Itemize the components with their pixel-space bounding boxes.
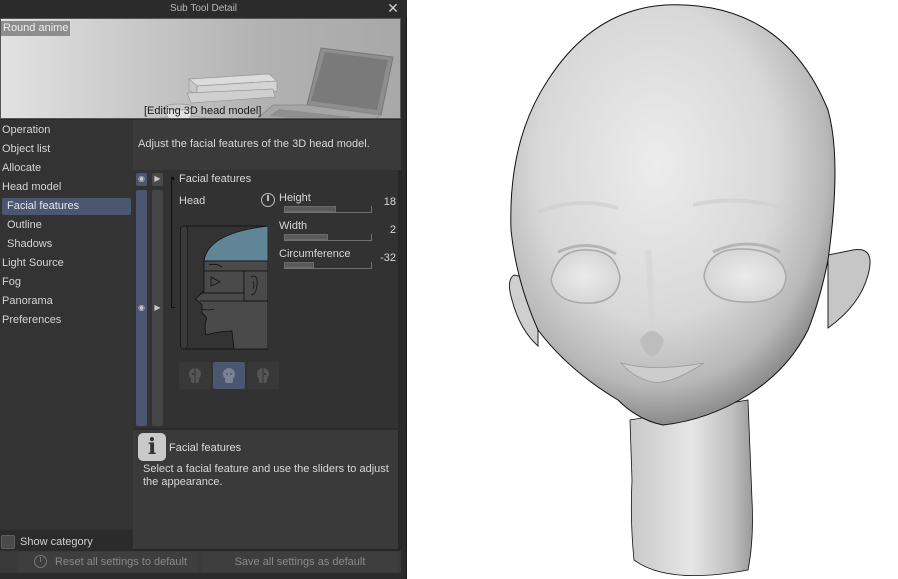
right-half-face-icon [257,368,269,383]
param-value[interactable]: 2 [390,224,396,236]
info-text: Select a facial feature and use the slid… [143,463,389,488]
show-category-label: Show category [20,536,93,548]
visibility-toggle-column[interactable]: ◉ [136,190,147,426]
settings-area: ◉ ▶ ◉ ▶ Facial features Head Height 18 W… [133,170,401,428]
right-half-face-button[interactable] [247,362,279,389]
neck [629,399,753,577]
nav-item-outline[interactable]: Outline [2,217,131,234]
slider-fill [284,234,329,240]
visibility-toggle-header[interactable]: ◉ [136,173,147,186]
3d-head-model[interactable] [408,0,898,579]
expand-toggle-column[interactable]: ▶ [152,190,163,426]
full-face-icon [223,368,235,383]
save-label: Save all settings as default [234,556,366,568]
tree-connector [171,178,175,308]
window-title: Sub Tool Detail [169,3,238,14]
height-slider[interactable] [284,206,372,213]
nav-item-panorama[interactable]: Panorama [2,293,53,310]
tree-node-dot [171,177,174,180]
left-half-face-icon [189,368,201,383]
info-icon: i [138,433,166,461]
title-bar[interactable]: Sub Tool Detail ✕ [0,0,407,17]
show-category-checkbox[interactable]: Show category [1,534,93,550]
right-eye-socket [703,248,787,303]
nav-item-light-source[interactable]: Light Source [2,255,64,272]
preset-name-label: Round anime [1,21,71,36]
param-label: Height [279,192,311,204]
param-value[interactable]: 18 [384,196,396,208]
checkbox-box[interactable] [1,535,15,549]
nav-item-fog[interactable]: Fog [2,274,21,291]
3d-viewport[interactable] [408,0,898,579]
preset-banner: Round anime [Editing 3D head model] [0,18,401,119]
category-nav: Operation Object list Allocate Head mode… [0,120,133,530]
head [510,4,836,426]
full-face-button[interactable] [213,362,245,389]
section-title: Facial features [179,173,252,185]
reset-label: Reset all settings to default [54,556,188,568]
width-slider[interactable] [284,234,372,241]
play-arrow-icon: ▶ [154,174,161,183]
head-diagram[interactable] [180,225,268,350]
expand-toggle-header[interactable]: ▶ [152,173,163,186]
reset-icon [34,555,47,568]
eye-icon: ◉ [138,174,145,183]
slider-fill [284,206,337,212]
right-ear [827,249,871,329]
info-title: Facial features [169,442,242,454]
nav-item-allocate[interactable]: Allocate [2,160,41,177]
info-area: i Facial features Select a facial featur… [133,430,401,550]
circumference-slider[interactable] [284,262,372,269]
nav-item-object-list[interactable]: Object list [2,141,50,158]
param-value[interactable]: -32 [380,252,396,264]
eye-icon: ◉ [138,303,145,312]
footer: Reset all settings to default Save all s… [0,551,401,573]
play-arrow-icon: ▶ [154,303,161,312]
nav-item-head-model[interactable]: Head model [2,179,61,196]
banner-caption: [Editing 3D head model] [144,105,262,117]
nav-item-facial-features[interactable]: Facial features [2,198,131,215]
description-area: Adjust the facial features of the 3D hea… [133,120,401,170]
nav-item-operation[interactable]: Operation [2,122,50,139]
reset-param-icon[interactable] [261,193,275,207]
param-label: Circumference [279,248,351,260]
reset-all-settings-button[interactable]: Reset all settings to default [18,552,198,572]
sub-tool-detail-dialog: Sub Tool Detail ✕ Round anime [Editing 3… [0,0,407,579]
save-all-settings-button[interactable]: Save all settings as default [202,552,398,572]
param-label: Width [279,220,308,232]
left-half-face-button[interactable] [179,362,211,389]
left-eye-socket [550,249,621,304]
part-label: Head [179,195,206,207]
nav-item-preferences[interactable]: Preferences [2,312,61,329]
nav-item-shadows[interactable]: Shadows [2,236,131,253]
description-text: Adjust the facial features of the 3D hea… [138,138,370,150]
slider-fill [284,262,314,268]
close-icon[interactable]: ✕ [386,1,400,15]
